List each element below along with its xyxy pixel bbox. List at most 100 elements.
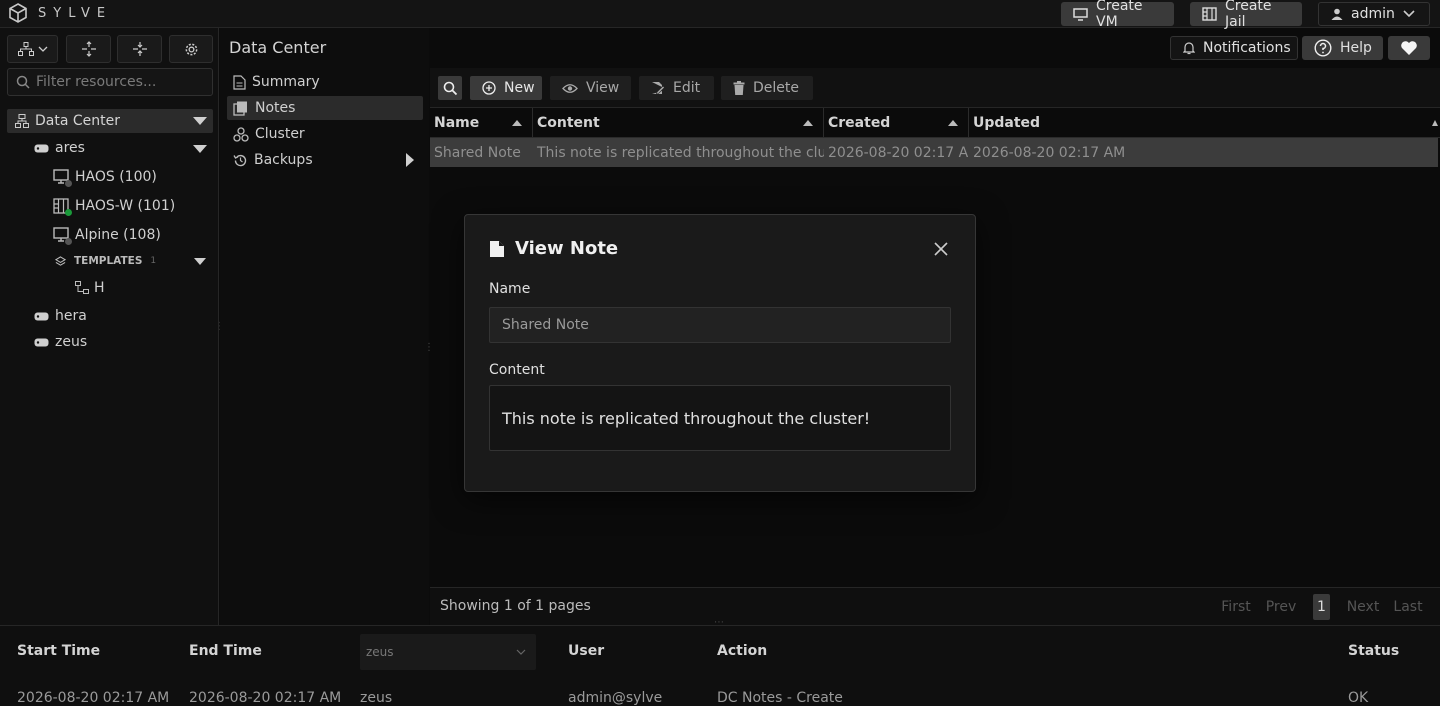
nav-label: Backups xyxy=(254,152,313,168)
notes-icon xyxy=(233,101,249,116)
status-dot xyxy=(65,238,72,245)
expand-caret-icon[interactable] xyxy=(406,153,414,167)
filter-resources-input[interactable] xyxy=(36,74,206,90)
create-jail-button[interactable]: Create Jail xyxy=(1190,0,1302,30)
tree-label: hera xyxy=(55,308,87,324)
resize-handle[interactable]: ⋮ xyxy=(424,340,434,354)
tree-vm-alpine[interactable]: Alpine (108) xyxy=(53,227,161,245)
nav-summary[interactable]: Summary xyxy=(227,70,423,94)
help-label: Help xyxy=(1340,40,1372,56)
log-header-action[interactable]: Action xyxy=(717,643,767,659)
pagination-summary: Showing 1 of 1 pages xyxy=(440,598,591,614)
tree-node-hera[interactable]: hera xyxy=(34,308,87,324)
log-header-start-time[interactable]: Start Time xyxy=(17,643,100,659)
cell-name: Shared Note xyxy=(434,144,521,161)
trash-icon xyxy=(733,81,745,95)
help-button[interactable]: Help xyxy=(1302,36,1383,60)
nav-label: Cluster xyxy=(255,126,305,142)
column-header-content[interactable]: Content xyxy=(533,108,824,138)
delete-note-button[interactable]: Delete xyxy=(721,76,813,100)
log-cell-status: OK xyxy=(1348,690,1369,706)
log-header-end-time[interactable]: End Time xyxy=(189,643,262,659)
datacenter-icon xyxy=(15,114,29,128)
gear-icon xyxy=(184,42,199,57)
chevron-down-icon xyxy=(38,46,48,52)
dialog-title-text: View Note xyxy=(515,238,619,259)
tree-templates-group[interactable]: TEMPLATES 1 xyxy=(55,255,156,267)
search-icon xyxy=(16,75,30,89)
nav-backups[interactable]: Backups xyxy=(227,148,423,172)
create-vm-label: Create VM xyxy=(1096,0,1143,30)
note-name-input[interactable] xyxy=(489,307,951,343)
collapse-caret-icon[interactable] xyxy=(193,117,207,125)
tree-node-zeus[interactable]: zeus xyxy=(34,334,87,350)
tree-item-data-center[interactable]: Data Center xyxy=(7,109,213,133)
column-label: Updated xyxy=(973,115,1041,131)
layers-icon xyxy=(55,255,66,267)
tree-jail-haos-w[interactable]: HAOS-W (101) xyxy=(53,198,176,216)
content-field-label: Content xyxy=(489,362,545,378)
node-filter-select[interactable]: zeus xyxy=(360,634,536,670)
expand-icon xyxy=(81,41,97,57)
nav-notes[interactable]: Notes xyxy=(227,96,423,120)
notifications-button[interactable]: Notifications xyxy=(1170,36,1298,60)
page-title: Data Center xyxy=(229,38,327,57)
note-content-field[interactable]: This note is replicated throughout the c… xyxy=(489,385,951,451)
dialog-title: View Note xyxy=(489,238,618,259)
collapse-all-button[interactable] xyxy=(117,35,162,63)
edit-label: Edit xyxy=(673,80,701,96)
first-page-button[interactable]: First xyxy=(1216,594,1256,620)
nav-cluster[interactable]: Cluster xyxy=(227,122,423,146)
nav-label: Notes xyxy=(255,100,296,116)
column-label: Name xyxy=(434,115,480,131)
settings-button[interactable] xyxy=(169,35,213,63)
create-vm-button[interactable]: Create VM xyxy=(1061,0,1174,30)
user-icon xyxy=(1331,8,1343,20)
edit-note-button[interactable]: Edit xyxy=(639,76,714,100)
new-note-button[interactable]: New xyxy=(470,76,542,100)
last-page-button[interactable]: Last xyxy=(1392,594,1424,620)
log-cell-action: DC Notes - Create xyxy=(717,690,843,706)
cell-created: 2026-08-20 02:17 AM xyxy=(828,144,969,161)
tree-template-h[interactable]: H xyxy=(75,280,105,296)
filter-resources-field[interactable] xyxy=(7,68,213,96)
close-dialog-button[interactable] xyxy=(932,240,950,258)
node-filter-value: zeus xyxy=(366,645,394,659)
search-button[interactable] xyxy=(438,76,462,100)
log-header-user[interactable]: User xyxy=(568,643,604,659)
column-header-created[interactable]: Created xyxy=(824,108,969,138)
cell-updated: 2026-08-20 02:17 AM xyxy=(973,144,1126,161)
page-1-button[interactable]: 1 xyxy=(1313,594,1330,620)
log-header-status[interactable]: Status xyxy=(1348,643,1399,659)
view-note-button[interactable]: View xyxy=(550,76,631,100)
tree-label: ares xyxy=(55,140,85,156)
server-icon xyxy=(34,338,49,347)
donate-button[interactable] xyxy=(1388,36,1430,60)
tree-label: HAOS-W (101) xyxy=(75,198,176,214)
plus-circle-icon xyxy=(482,81,496,95)
server-icon xyxy=(34,312,49,321)
next-page-button[interactable]: Next xyxy=(1345,594,1381,620)
cube-logo-icon xyxy=(8,3,28,23)
column-header-name[interactable]: Name xyxy=(430,108,533,138)
collapse-caret-icon[interactable] xyxy=(194,258,206,265)
create-jail-label: Create Jail xyxy=(1225,0,1272,30)
prev-page-button[interactable]: Prev xyxy=(1264,594,1298,620)
user-menu-button[interactable]: admin xyxy=(1318,2,1430,26)
expand-all-button[interactable] xyxy=(66,35,111,63)
tree-label: Alpine (108) xyxy=(75,227,161,243)
app-logo[interactable]: SYLVE xyxy=(8,3,112,23)
tree-node-ares[interactable]: ares xyxy=(34,140,85,156)
vm-icon xyxy=(53,227,72,245)
backups-icon xyxy=(233,153,248,168)
tree-vm-haos[interactable]: HAOS (100) xyxy=(53,169,157,187)
status-dot xyxy=(65,209,72,216)
column-header-updated[interactable]: Updated xyxy=(969,108,1438,138)
column-label: Created xyxy=(828,115,891,131)
sort-ascending-icon xyxy=(512,120,522,126)
heart-icon xyxy=(1400,40,1418,56)
new-label: New xyxy=(504,80,535,96)
collapse-caret-icon[interactable] xyxy=(193,145,207,153)
tree-view-button[interactable] xyxy=(7,35,58,63)
sort-ascending-icon xyxy=(803,120,813,126)
